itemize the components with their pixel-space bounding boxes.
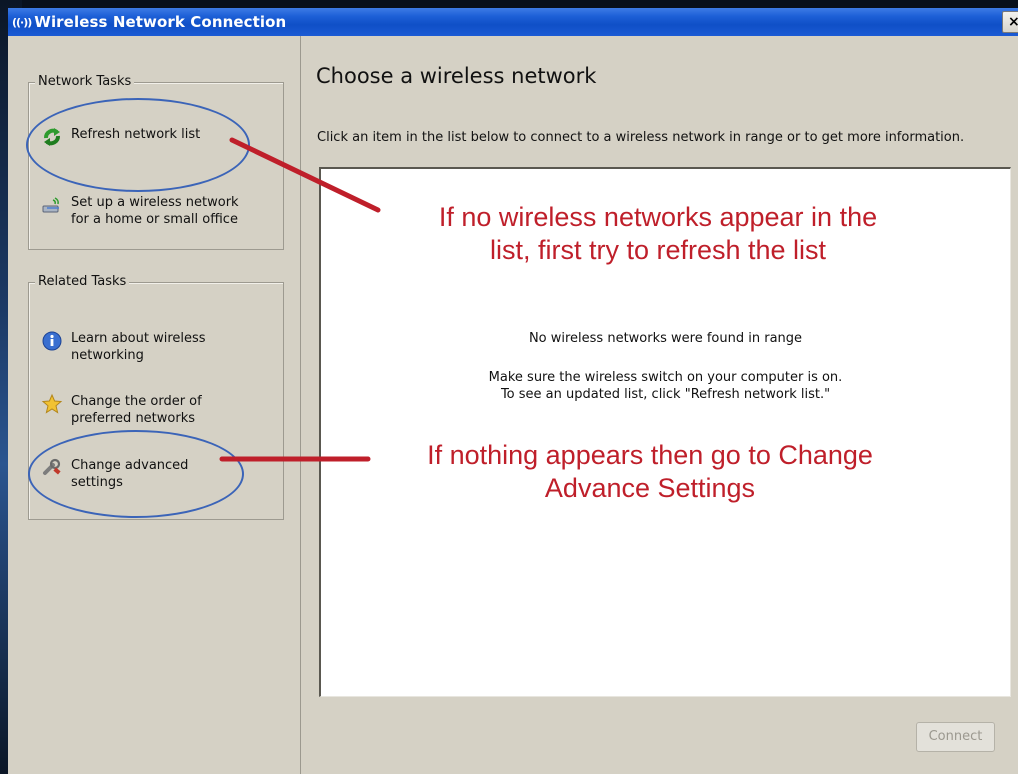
advanced-settings-annotation: If nothing appears then go to Change Adv… [427,440,873,503]
annotation-arrows [219,137,381,462]
refresh-arrow-line [229,137,381,213]
refresh-annotation: If no wireless networks appear in the li… [438,202,878,265]
